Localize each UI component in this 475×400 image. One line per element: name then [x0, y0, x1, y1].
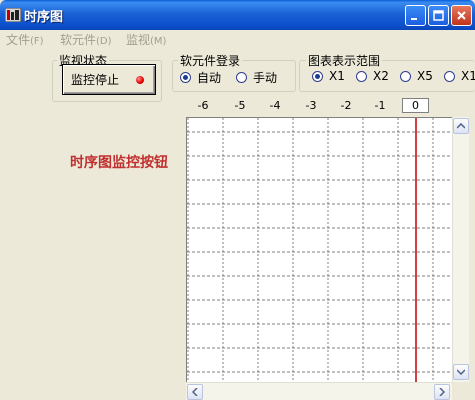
minimize-button[interactable] — [405, 5, 426, 26]
radio-manual-label: 手动 — [253, 71, 278, 85]
close-icon — [457, 11, 466, 20]
scroll-up-button[interactable] — [453, 118, 469, 134]
horizontal-scrollbar[interactable] — [186, 382, 452, 400]
timing-chart-grid — [187, 118, 453, 382]
radio-auto-label: 自动 — [197, 71, 222, 85]
scroll-left-button[interactable] — [187, 384, 203, 400]
monitor-stop-button[interactable]: 监控停止 — [62, 64, 156, 95]
radio-auto-dot — [180, 72, 191, 83]
vertical-scrollbar[interactable] — [452, 117, 469, 382]
radio-range-x5-dot — [400, 70, 411, 82]
axis-tick: -4 — [269, 99, 281, 112]
arrow-right-icon — [439, 388, 445, 396]
chart-range-title: 图表表示范围 — [306, 52, 383, 69]
radio-range-x1-dot — [312, 70, 323, 82]
radio-range-x1-label: X1 — [329, 69, 345, 83]
axis-tick: -3 — [305, 99, 317, 112]
axis-tick: -2 — [340, 99, 352, 112]
maximize-icon — [433, 10, 444, 21]
title-bar[interactable]: 时序图 — [0, 0, 475, 30]
arrow-left-icon — [192, 388, 198, 396]
monitor-stop-label: 监控停止 — [71, 73, 120, 87]
radio-range-x5[interactable]: X5 — [400, 69, 433, 83]
window-title: 时序图 — [24, 10, 64, 25]
minimize-icon — [411, 18, 417, 20]
menu-device[interactable]: 软元件(D) — [60, 31, 112, 48]
radio-manual[interactable]: 手动 — [236, 69, 277, 86]
arrow-down-icon — [457, 369, 465, 375]
scroll-right-button[interactable] — [434, 384, 450, 400]
radio-range-x2[interactable]: X2 — [356, 69, 389, 83]
axis-tick: -1 — [374, 99, 386, 112]
app-icon — [5, 8, 21, 22]
radio-range-x10-label: X1 — [461, 69, 475, 83]
radio-range-x1[interactable]: X1 — [312, 69, 345, 83]
arrow-up-icon — [457, 123, 465, 129]
radio-range-x5-label: X5 — [417, 69, 433, 83]
scroll-down-button[interactable] — [453, 364, 469, 380]
timing-chart-area[interactable] — [186, 117, 456, 382]
radio-range-x10-dot — [444, 70, 455, 82]
radio-auto[interactable]: 自动 — [180, 69, 221, 86]
close-button[interactable] — [451, 5, 472, 26]
status-led-icon — [136, 76, 144, 84]
radio-range-x10[interactable]: X1 — [444, 69, 475, 83]
radio-range-x2-dot — [356, 70, 367, 82]
maximize-button[interactable] — [428, 5, 449, 26]
axis-tick: -6 — [197, 99, 209, 112]
device-registration-title: 软元件登录 — [178, 52, 243, 69]
radio-manual-dot — [236, 72, 247, 83]
axis-tick: -5 — [234, 99, 246, 112]
radio-range-x2-label: X2 — [373, 69, 389, 83]
menu-bar: 文件(F) 软元件(D) 监视(M) — [0, 30, 475, 48]
menu-monitor[interactable]: 监视(M) — [126, 31, 166, 48]
timing-chart-monitor-button-label: 时序图监控按钮 — [70, 155, 168, 171]
menu-file[interactable]: 文件(F) — [6, 31, 44, 48]
axis-current-tick: 0 — [402, 98, 429, 113]
